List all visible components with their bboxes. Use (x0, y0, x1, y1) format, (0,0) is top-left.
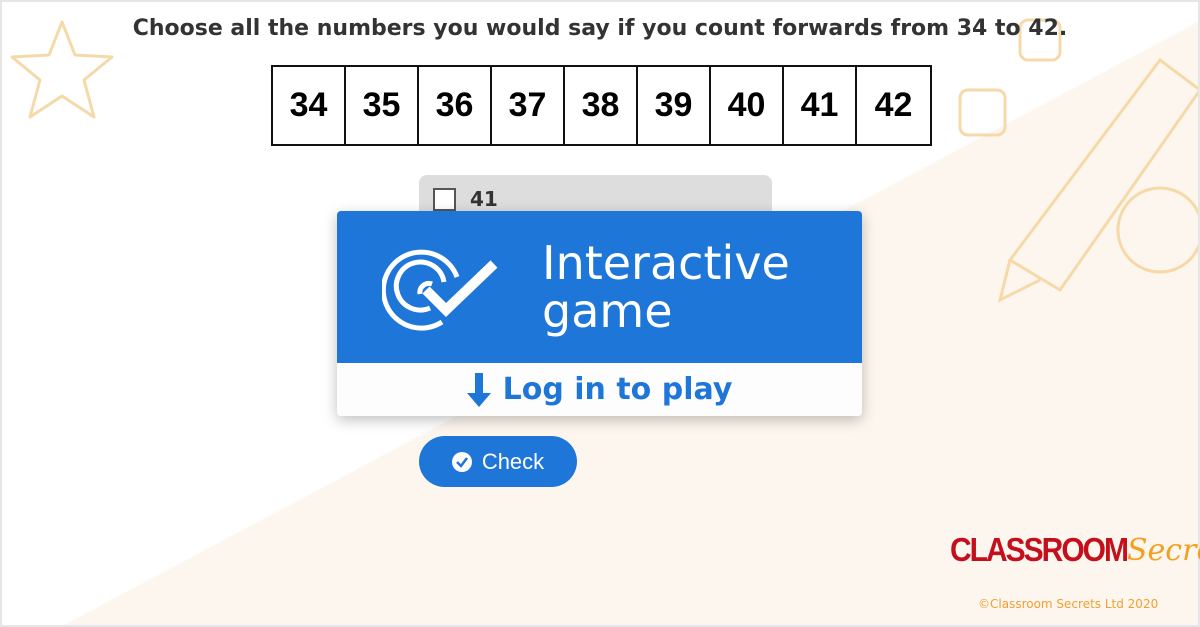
check-label: Check (481, 448, 545, 474)
interactive-game-overlay[interactable]: Interactive game Log in to play (337, 211, 862, 416)
overlay-title-line2: game (542, 284, 673, 338)
login-label: Log in to play (502, 372, 733, 407)
classroom-secrets-logo: CLASSROOM Secrets (950, 532, 1200, 569)
logo-part1: CLASSROOM (950, 532, 1129, 569)
overlay-header: Interactive game (337, 211, 862, 363)
overlay-title-line1: Interactive (542, 236, 790, 290)
number-cell: 36 (419, 67, 492, 144)
number-cell: 40 (711, 67, 784, 144)
login-to-play-button[interactable]: Log in to play (337, 363, 862, 416)
check-button[interactable]: Check (419, 436, 577, 487)
checkbox[interactable] (433, 187, 456, 211)
check-circle-icon (451, 451, 472, 472)
number-line: 34 35 36 37 38 39 40 41 42 (271, 65, 932, 146)
overlay-title: Interactive game (542, 239, 790, 335)
question-text: Choose all the numbers you would say if … (132, 16, 1068, 41)
copyright: ©Classroom Secrets Ltd 2020 (978, 597, 1159, 611)
number-cell: 42 (874, 86, 913, 124)
option-41[interactable]: 41 (433, 187, 498, 211)
arrow-down-icon (466, 372, 491, 407)
target-check-icon (382, 249, 498, 331)
number-cell: 38 (565, 67, 638, 144)
number-cell: 35 (346, 67, 419, 144)
logo-part2: Secrets (1127, 533, 1200, 568)
option-label: 41 (470, 187, 498, 211)
number-cell: 34 (273, 67, 346, 144)
number-cell: 41 (784, 67, 857, 144)
number-cell: 37 (492, 67, 565, 144)
number-cell: 39 (638, 67, 711, 144)
